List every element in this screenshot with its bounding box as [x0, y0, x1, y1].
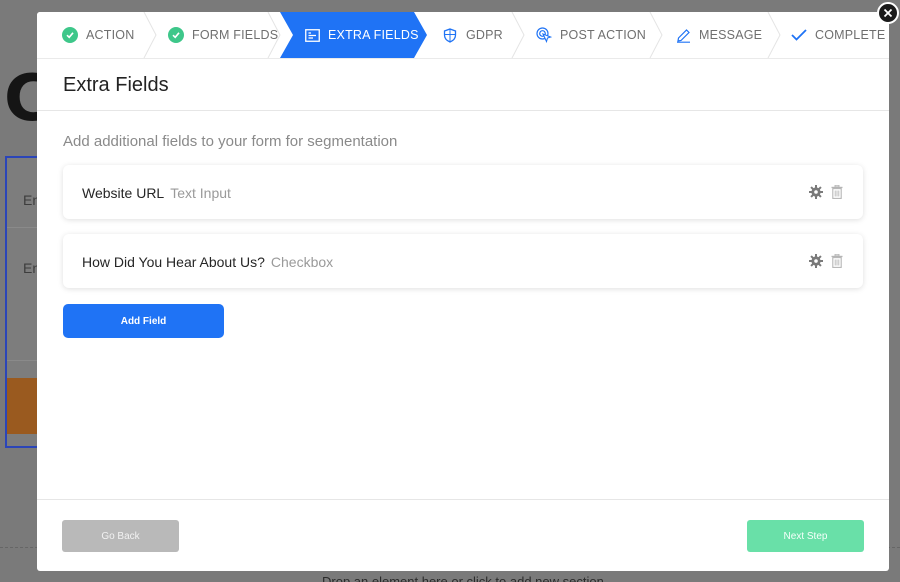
trash-icon[interactable] — [831, 254, 845, 268]
step-separator — [511, 12, 525, 58]
check-circle-icon — [62, 27, 78, 43]
background-drop-hint: Drop an element here or click to add new… — [322, 574, 604, 582]
field-type: Checkbox — [270, 254, 334, 270]
field-actions — [809, 254, 845, 268]
step-label: COMPLETE — [815, 28, 886, 42]
cursor-click-icon — [536, 27, 552, 43]
add-field-button[interactable]: Add Field — [63, 304, 224, 338]
field-actions — [809, 185, 845, 199]
close-button[interactable] — [877, 2, 899, 24]
field-name: Website URL — [82, 185, 165, 201]
field-row-text: Website URL Text Input — [82, 185, 231, 201]
step-action[interactable]: ACTION — [62, 12, 134, 58]
trash-icon[interactable] — [831, 185, 845, 199]
step-label: ACTION — [86, 28, 135, 42]
step-label: FORM FIELDS — [192, 28, 279, 42]
checkmark-icon — [791, 27, 807, 43]
step-separator — [649, 12, 663, 58]
modal-footer: Go Back Next Step — [37, 499, 889, 571]
extra-fields-icon — [304, 27, 320, 43]
shield-icon — [442, 27, 458, 43]
step-extra-fields[interactable]: EXTRA FIELDS — [304, 12, 419, 58]
step-label: POST ACTION — [560, 28, 647, 42]
next-step-button[interactable]: Next Step — [747, 520, 864, 552]
modal-header: Extra Fields — [37, 59, 889, 111]
page-title: Extra Fields — [63, 74, 169, 96]
step-post-action[interactable]: POST ACTION — [536, 12, 646, 58]
field-name: How Did You Hear About Us? — [82, 254, 265, 270]
step-separator — [767, 12, 781, 58]
check-circle-icon — [168, 27, 184, 43]
close-icon — [883, 8, 893, 18]
form-wizard-modal: ACTION FORM FIELDS EXTRA FIELDS GDPR POS — [37, 12, 889, 571]
step-message[interactable]: MESSAGE — [675, 12, 762, 58]
extra-field-card[interactable]: Website URL Text Input — [63, 165, 863, 219]
step-separator — [143, 12, 157, 58]
wizard-steps: ACTION FORM FIELDS EXTRA FIELDS GDPR POS — [37, 12, 889, 59]
extra-field-card[interactable]: How Did You Hear About Us? Checkbox — [63, 234, 863, 288]
gear-icon[interactable] — [809, 185, 823, 199]
step-form-fields[interactable]: FORM FIELDS — [168, 12, 278, 58]
subtitle: Add additional fields to your form for s… — [63, 133, 398, 150]
step-label: GDPR — [466, 28, 503, 42]
step-gdpr[interactable]: GDPR — [442, 12, 503, 58]
step-label: MESSAGE — [699, 28, 763, 42]
go-back-button[interactable]: Go Back — [62, 520, 179, 552]
pencil-icon — [675, 27, 691, 43]
field-row-text: How Did You Hear About Us? Checkbox — [82, 254, 333, 270]
field-type: Text Input — [170, 185, 231, 201]
step-label: EXTRA FIELDS — [328, 28, 419, 42]
step-complete[interactable]: COMPLETE — [791, 12, 885, 58]
gear-icon[interactable] — [809, 254, 823, 268]
